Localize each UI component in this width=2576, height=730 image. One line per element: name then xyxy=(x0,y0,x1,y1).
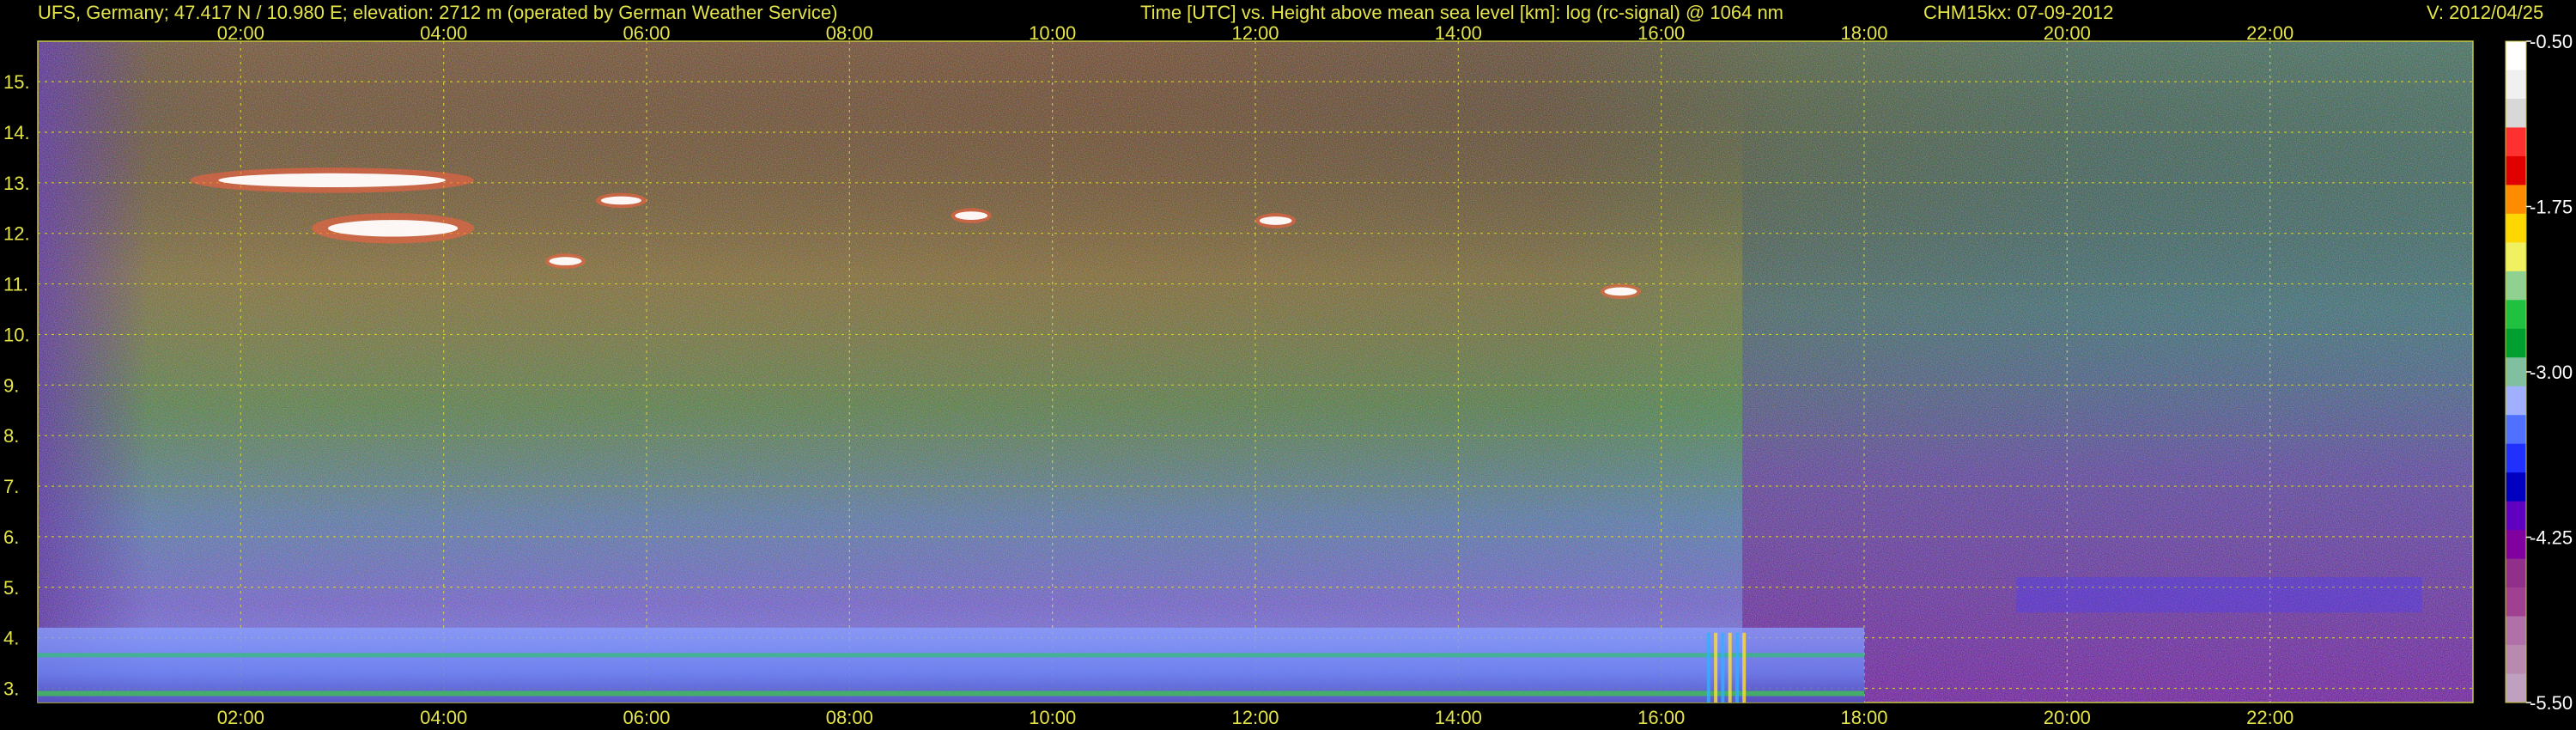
colorbar-swatch xyxy=(2506,501,2526,531)
x-tick-label-bottom: 20:00 xyxy=(2044,707,2091,728)
cirrus-cloud xyxy=(600,196,642,205)
x-tick-label-bottom: 12:00 xyxy=(1231,707,1279,728)
colorbar-swatch xyxy=(2506,386,2526,416)
colorbar-swatch xyxy=(2506,558,2526,588)
y-tick-label: 12. xyxy=(3,223,30,245)
precipitation-streak xyxy=(1742,632,1747,703)
colorbar-swatch xyxy=(2506,127,2526,157)
colorbar-swatch xyxy=(2506,213,2526,243)
x-tick-label-top: 10:00 xyxy=(1029,22,1076,44)
colorbar-swatch xyxy=(2506,328,2526,358)
x-tick-label-bottom: 18:00 xyxy=(1840,707,1887,728)
colorbar-swatch xyxy=(2506,645,2526,675)
y-tick-label: 13. xyxy=(3,173,30,194)
x-tick-label-bottom: 10:00 xyxy=(1029,707,1076,728)
x-tick-label-bottom: 08:00 xyxy=(826,707,873,728)
y-tick-label: 9. xyxy=(3,374,19,396)
precipitation-streak xyxy=(1728,632,1732,703)
y-tick-label: 10. xyxy=(3,324,30,345)
x-tick-label-top: 20:00 xyxy=(2044,22,2091,44)
colorbar-tick-label: -0.50 xyxy=(2530,31,2573,52)
colorbar-swatch xyxy=(2506,587,2526,617)
y-tick-label: 4. xyxy=(3,628,19,649)
y-tick-label: 7. xyxy=(3,476,19,497)
colorbar: -0.50 -1.75 -3.00 -4.25 -5.50 xyxy=(2505,31,2573,714)
x-tick-label-top: 06:00 xyxy=(623,22,670,44)
x-tick-label-bottom: 06:00 xyxy=(623,707,670,728)
colorbar-tick-label: -1.75 xyxy=(2530,197,2573,218)
precipitation-streak xyxy=(1721,632,1725,703)
colorbar-swatch xyxy=(2506,357,2526,387)
x-tick-label-bottom: 14:00 xyxy=(1435,707,1482,728)
cirrus-cloud xyxy=(549,257,582,265)
colorbar-swatch xyxy=(2506,415,2526,445)
colorbar-swatch xyxy=(2506,472,2526,502)
colorbar-swatch xyxy=(2506,70,2526,100)
x-tick-label-top: 14:00 xyxy=(1435,22,1482,44)
x-tick-label-top: 16:00 xyxy=(1637,22,1685,44)
colorbar-swatch xyxy=(2506,616,2526,646)
colorbar-swatch xyxy=(2506,300,2526,330)
y-tick-label: 15. xyxy=(3,71,30,93)
x-tick-label-top: 04:00 xyxy=(420,22,467,44)
colorbar-swatch xyxy=(2506,155,2526,186)
cirrus-cloud xyxy=(327,220,459,237)
colorbar-swatch xyxy=(2506,443,2526,473)
x-tick-label-bottom: 16:00 xyxy=(1637,707,1685,728)
cirrus-cloud xyxy=(218,173,447,187)
precipitation-streak xyxy=(1706,632,1710,703)
cirrus-cloud xyxy=(955,211,988,220)
x-tick-label-bottom: 02:00 xyxy=(217,707,264,728)
x-tick-label-bottom: 04:00 xyxy=(420,707,467,728)
x-tick-label-top: 22:00 xyxy=(2246,22,2293,44)
colorbar-tick-label: -5.50 xyxy=(2530,692,2573,714)
x-tick-label-top: 08:00 xyxy=(826,22,873,44)
x-tick-label-top: 18:00 xyxy=(1840,22,1887,44)
y-tick-label: 3. xyxy=(3,678,19,700)
colorbar-swatch xyxy=(2506,242,2526,272)
colorbar-tick-label: -3.00 xyxy=(2530,362,2573,383)
y-tick-label: 5. xyxy=(3,577,19,599)
precipitation-streak xyxy=(1714,632,1718,703)
x-tick-label-top: 02:00 xyxy=(217,22,264,44)
colorbar-swatch xyxy=(2506,530,2526,560)
colorbar-swatch xyxy=(2506,41,2526,70)
colorbar-swatch xyxy=(2506,271,2526,301)
y-tick-label: 14. xyxy=(3,122,30,143)
y-tick-label: 8. xyxy=(3,425,19,447)
x-tick-label-bottom: 22:00 xyxy=(2246,707,2293,728)
aerosol-layer xyxy=(2016,577,2422,613)
cirrus-cloud xyxy=(1604,287,1637,296)
surface-return-line xyxy=(38,690,1864,697)
cirrus-cloud xyxy=(1259,216,1292,225)
colorbar-swatch xyxy=(2506,98,2526,128)
ceilometer-chart: 02:00 02:00 04:00 04:00 06:00 06:00 08:00 08:00… xyxy=(3,22,2573,728)
colorbar-swatch xyxy=(2506,673,2526,703)
y-tick-label: 6. xyxy=(3,526,19,548)
precipitation-streak xyxy=(1735,632,1739,703)
y-tick-label: 11. xyxy=(3,274,28,295)
x-tick-label-top: 12:00 xyxy=(1231,22,1279,44)
colorbar-tick-label: -4.25 xyxy=(2530,527,2573,549)
boundary-layer-top-line xyxy=(38,653,1864,658)
colorbar-swatch xyxy=(2506,185,2526,215)
